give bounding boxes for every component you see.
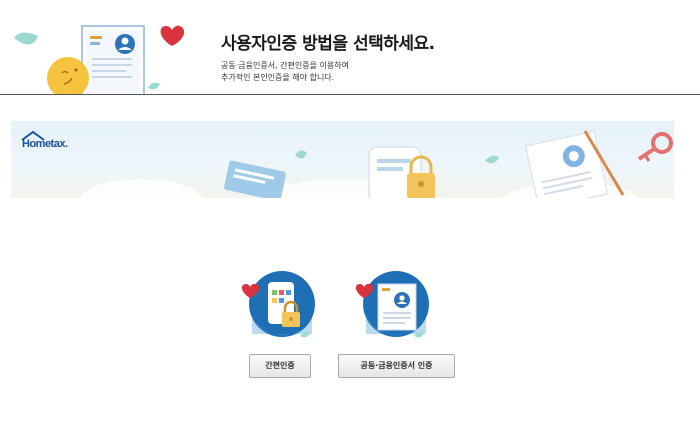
- certificate-auth-button[interactable]: 공동·금융인증서 인증: [338, 354, 455, 378]
- hometax-logo-text: Hometax.: [22, 138, 68, 150]
- header-divider: [0, 94, 700, 95]
- description-line-1: 공동·금융인증서, 간편인증을 이용하여: [221, 61, 349, 70]
- page-title: 사용자인증 방법을 선택하세요.: [221, 34, 435, 54]
- page-description: 공동·금융인증서, 간편인증을 이용하여 추가적인 본인인증을 해야 합니다.: [221, 60, 349, 84]
- page-header: 사용자인증 방법을 선택하세요. 공동·금융인증서, 간편인증을 이용하여 추가…: [0, 0, 700, 95]
- simple-auth-button[interactable]: 간편인증: [249, 354, 311, 378]
- banner-illustration: [81, 130, 673, 198]
- certificate-auth-icon: [355, 271, 429, 338]
- certificate-auth-option[interactable]: 공동·금융인증서 인증: [336, 268, 456, 380]
- simple-auth-phone-lock-icon: [241, 271, 315, 338]
- description-line-2: 추가적인 본인인증을 해야 합니다.: [221, 73, 335, 82]
- hometax-banner: Hometax.: [11, 121, 674, 198]
- header-illustration: [14, 25, 185, 94]
- hometax-logo: Hometax.: [20, 129, 80, 155]
- simple-auth-option[interactable]: 간편인증: [238, 268, 323, 380]
